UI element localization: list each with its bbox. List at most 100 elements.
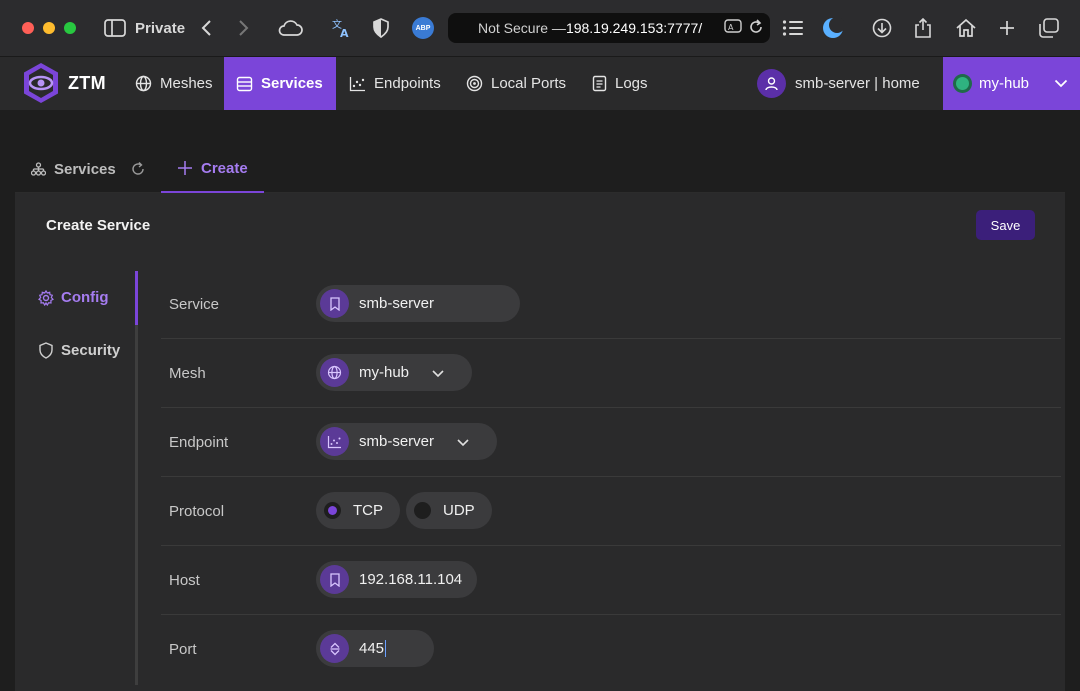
radio-unchecked-icon [414,502,431,519]
scatter-chart-icon [320,427,349,456]
save-button[interactable]: Save [976,210,1035,240]
user-label: smb-server | home [795,75,920,92]
nav-endpoints[interactable]: Endpoints [337,57,453,110]
form-row-endpoint: Endpoint smb-server [161,408,1061,477]
stepper-arrows-icon[interactable] [320,634,349,663]
port-label: Port [169,641,197,658]
nav-logs-label: Logs [615,75,648,92]
port-value: 445 [359,640,385,657]
address-prefix: Not Secure — [478,20,566,36]
port-stepper[interactable]: 445 [316,630,434,667]
chevron-down-icon [457,438,469,446]
tab-create[interactable]: Create [161,145,264,193]
browser-toolbar: Private 文A ABP Not Secure — 198.19.249.1… [0,0,1080,57]
translate-page-icon[interactable]: A [724,18,742,39]
mesh-value: my-hub [359,364,410,381]
close-window-button[interactable] [22,22,34,34]
side-menu-active-indicator [135,271,138,325]
user-icon [757,69,786,98]
reader-list-icon[interactable] [782,16,804,40]
back-icon[interactable] [200,16,212,40]
nav-services-label: Services [261,75,323,92]
create-service-card: Create Service Save Config Security Serv… [15,193,1065,691]
side-item-security[interactable]: Security [38,342,120,359]
protocol-tcp-label: TCP [353,502,383,519]
host-label: Host [169,572,200,589]
hub-label: my-hub [979,75,1030,92]
bookmark-icon [320,565,349,594]
sidebar-toggle-icon[interactable] [104,16,126,40]
gear-icon [38,289,54,306]
mesh-select[interactable]: my-hub [316,354,472,391]
refresh-icon[interactable] [130,161,146,177]
hub-status-dot [956,77,969,90]
server-icon [236,76,253,91]
text-caret [385,640,387,657]
share-icon[interactable] [914,16,932,40]
side-item-config[interactable]: Config [38,289,108,306]
form-row-protocol: Protocol TCP UDP [161,477,1061,546]
nav-local-ports[interactable]: Local Ports [454,57,578,110]
tab-services[interactable]: Services [15,145,162,193]
zoom-window-button[interactable] [64,22,76,34]
protocol-udp-radio[interactable]: UDP [406,492,492,529]
service-input[interactable]: smb-server [316,285,520,322]
service-label: Service [169,296,220,313]
endpoint-select[interactable]: smb-server [316,423,497,460]
nav-local-ports-label: Local Ports [491,75,567,92]
new-tab-icon[interactable] [998,16,1016,40]
private-label: Private [135,20,186,37]
globe-icon [320,358,349,387]
extension-moon-icon[interactable] [822,16,844,40]
ztm-logo-icon [24,63,58,103]
card-title: Create Service [46,217,151,234]
side-item-config-label: Config [61,289,109,306]
cloud-icon[interactable] [277,16,303,40]
nav-meshes[interactable]: Meshes [123,57,225,110]
plus-icon [178,161,192,175]
home-icon[interactable] [955,16,977,40]
side-menu-rail [135,271,138,685]
adblock-icon[interactable]: ABP [412,17,434,39]
target-icon [466,75,483,92]
forward-icon[interactable] [238,16,250,40]
endpoint-label: Endpoint [169,434,229,451]
endpoint-value: smb-server [359,433,435,450]
tab-services-label: Services [54,160,116,178]
download-icon[interactable] [872,16,892,40]
document-icon [592,75,607,92]
brand-name: ZTM [68,72,106,93]
form-row-host: Host 192.168.11.104 [161,546,1061,615]
nav-services[interactable]: Services [224,57,336,110]
user-menu[interactable]: smb-server | home [757,69,920,98]
form-row-service: Service smb-server [161,270,1061,339]
scatter-chart-icon [349,76,365,91]
side-item-security-label: Security [61,342,121,359]
chevron-down-icon [432,369,444,377]
privacy-shield-icon[interactable] [372,16,390,40]
page-tabs: Services Create [15,145,1065,193]
address-host: 198.19.249.153:7777/ [565,20,703,36]
tab-overview-icon[interactable] [1038,16,1060,40]
form-row-mesh: Mesh my-hub [161,339,1061,408]
minimize-window-button[interactable] [43,22,55,34]
tab-create-label: Create [201,159,248,177]
mesh-label: Mesh [169,365,206,382]
nav-logs[interactable]: Logs [580,57,660,110]
reload-icon[interactable] [748,18,764,39]
chevron-down-icon [1054,79,1068,88]
bookmark-icon [320,289,349,318]
protocol-label: Protocol [169,503,225,520]
shield-icon [39,342,53,359]
protocol-udp-label: UDP [443,502,475,519]
host-value: 192.168.11.104 [359,571,463,588]
hub-selector[interactable]: my-hub [943,57,1080,110]
host-input[interactable]: 192.168.11.104 [316,561,477,598]
service-value: smb-server [359,295,435,312]
protocol-tcp-radio[interactable]: TCP [316,492,400,529]
svg-text:A: A [340,27,349,39]
brand[interactable]: ZTM [22,62,106,104]
translate-icon[interactable]: 文A [331,16,353,40]
form-row-port: Port 445 [161,615,1061,684]
address-bar[interactable]: Not Secure — 198.19.249.153:7777/ A [448,13,770,43]
